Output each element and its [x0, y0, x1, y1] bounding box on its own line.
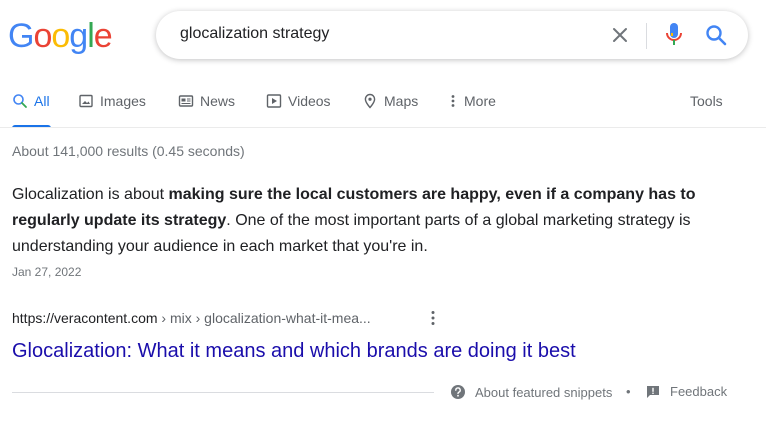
search-icon [13, 94, 27, 108]
news-icon [178, 95, 194, 107]
logo-letter: g [69, 17, 88, 55]
logo-letter: o [33, 17, 52, 55]
tabs-divider [0, 127, 766, 128]
close-icon [613, 28, 627, 42]
result-title-link[interactable]: Glocalization: What it means and which b… [12, 338, 576, 364]
result-stats: About 141,000 results (0.45 seconds) [12, 143, 245, 159]
result-url[interactable]: https://veracontent.com › mix › glocaliz… [12, 310, 371, 326]
tab-all[interactable]: All [12, 93, 50, 109]
tab-label: Images [100, 93, 146, 109]
tab-label: Maps [384, 93, 419, 109]
search-box[interactable]: glocalization strategy [156, 11, 748, 59]
tab-label: All [34, 93, 50, 109]
tab-label: More [464, 93, 496, 109]
play-icon [266, 94, 282, 108]
image-icon [79, 94, 93, 108]
footer-divider [12, 392, 434, 393]
logo-letter: G [8, 17, 34, 55]
help-icon [451, 385, 465, 399]
result-options-button[interactable] [425, 309, 441, 327]
snippet-date: Jan 27, 2022 [12, 265, 82, 279]
google-logo[interactable]: Google [8, 16, 113, 56]
tab-maps[interactable]: Maps [362, 93, 418, 109]
tab-videos[interactable]: Videos [266, 93, 331, 109]
result-path: › mix › glocalization-what-it-mea... [157, 310, 371, 326]
tab-label: News [200, 93, 236, 109]
featured-snippet-text: Glocalization is about making sure the l… [12, 182, 722, 260]
kebab-icon [431, 311, 435, 325]
feedback-icon [647, 385, 659, 398]
clear-button[interactable] [608, 23, 632, 47]
location-pin-icon [364, 93, 376, 109]
about-label: About featured snippets [475, 384, 613, 400]
search-input[interactable]: glocalization strategy [180, 25, 329, 43]
tab-label: Videos [288, 93, 331, 109]
logo-letter: e [93, 17, 113, 55]
tab-news[interactable]: News [178, 93, 235, 109]
kebab-icon [451, 95, 455, 107]
voice-search-button[interactable] [662, 21, 686, 49]
footer-bullet: • [626, 384, 631, 399]
search-icon [706, 25, 727, 46]
about-featured-snippets[interactable]: About featured snippets [450, 384, 612, 400]
divider [646, 23, 647, 49]
feedback-label: Feedback [670, 384, 728, 399]
tab-images[interactable]: Images [78, 93, 146, 109]
search-button[interactable] [704, 23, 728, 47]
tools-button[interactable]: Tools [690, 93, 723, 109]
microphone-icon [666, 23, 682, 45]
tab-more[interactable]: More [448, 93, 496, 109]
search-tabs: All Images News Videos Maps More Tools [0, 90, 766, 128]
result-domain: https://veracontent.com [12, 310, 158, 326]
feedback-button[interactable]: Feedback [646, 384, 727, 399]
snippet-text: Glocalization is about [12, 186, 169, 203]
logo-letter: o [51, 17, 70, 55]
